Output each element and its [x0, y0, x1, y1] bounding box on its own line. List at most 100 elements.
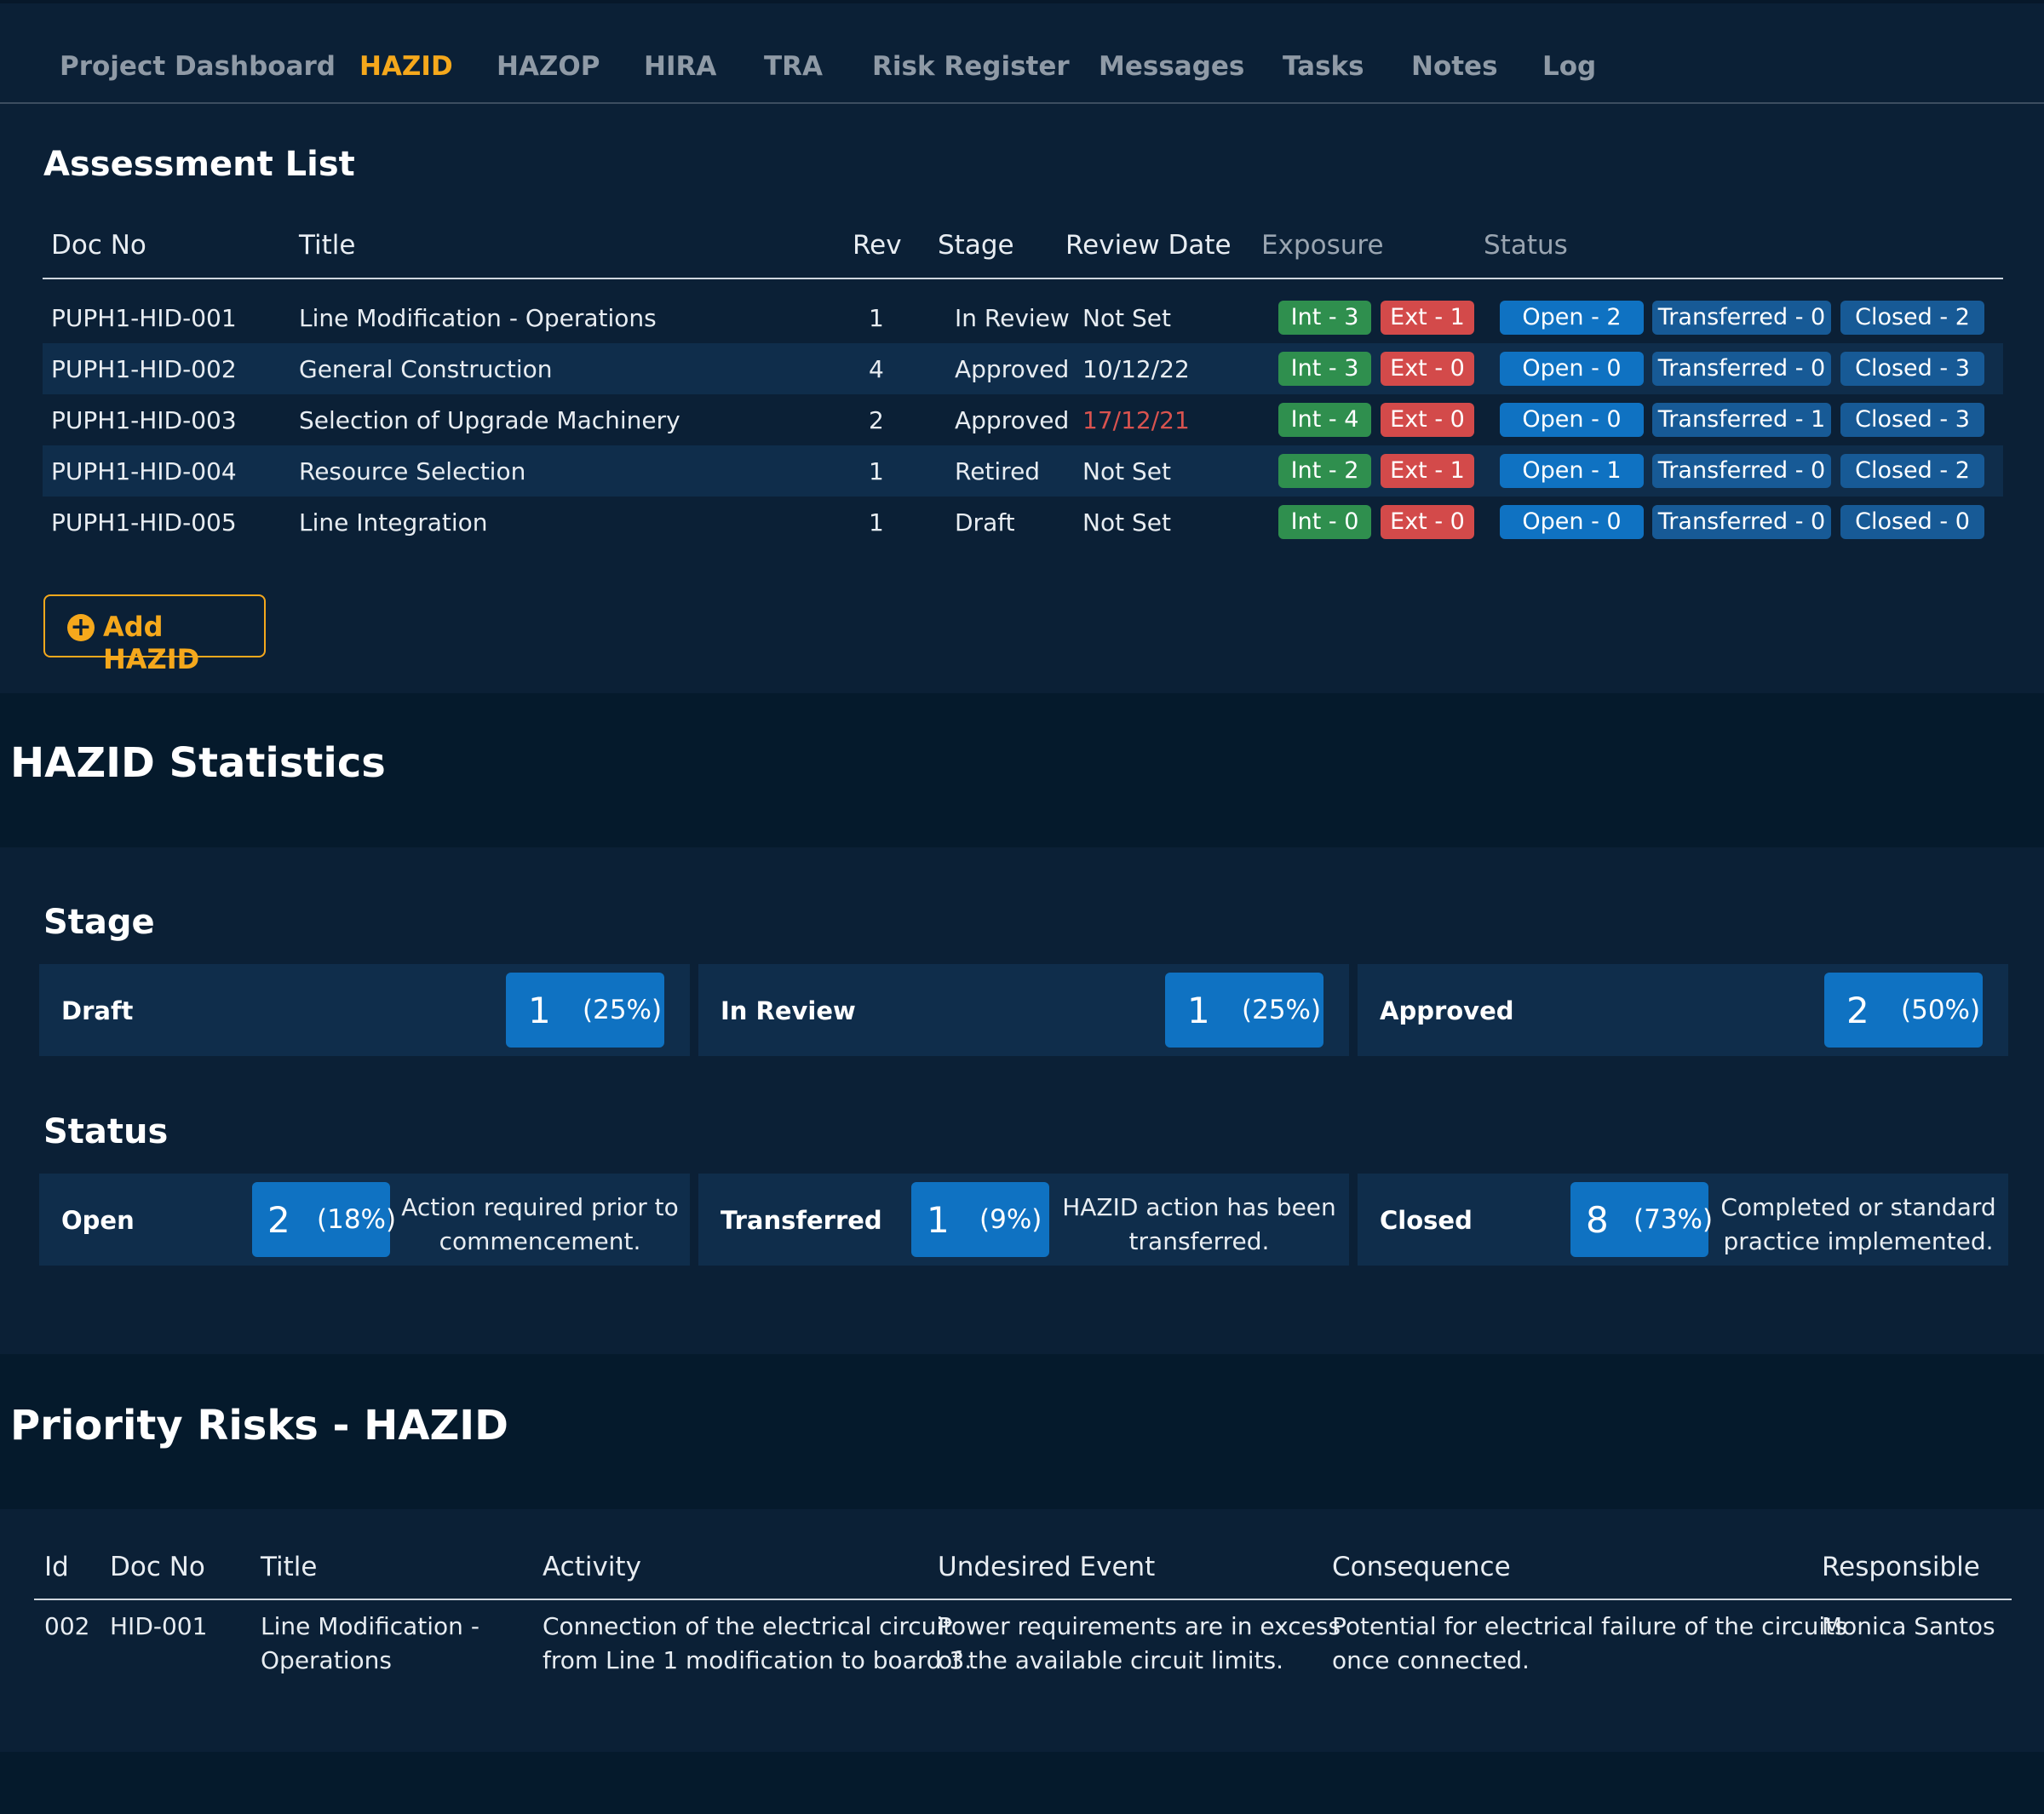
int-exposure-badge: Int - 0: [1278, 505, 1371, 539]
status-percent: (18%): [317, 1204, 397, 1235]
status-count: 8: [1586, 1199, 1609, 1241]
statistics-section: [0, 847, 2044, 1354]
transferred-status-badge: Transferred - 0: [1652, 454, 1831, 488]
table-row[interactable]: PUPH1-HID-005 Line Integration 1 Draft N…: [43, 497, 2003, 548]
tab-hazop[interactable]: HAZOP: [497, 51, 600, 82]
stage-name: In Review: [721, 996, 856, 1025]
add-hazid-label: Add HAZID: [103, 611, 200, 675]
add-hazid-button[interactable]: + Add HAZID: [43, 594, 266, 675]
ext-exposure-badge: Ext - 1: [1381, 301, 1474, 335]
doc-no-cell[interactable]: HID-001: [110, 1610, 207, 1644]
closed-status-badge: Closed - 0: [1840, 505, 1984, 539]
title-cell[interactable]: Line Modification - Operations: [261, 1610, 479, 1678]
doc-no-cell[interactable]: PUPH1-HID-004: [51, 457, 237, 485]
open-status-badge: Open - 0: [1500, 352, 1644, 386]
stage-percent: (25%): [583, 995, 663, 1025]
col-doc-no[interactable]: Doc No: [110, 1552, 205, 1582]
transferred-status-badge: Transferred - 0: [1652, 505, 1831, 539]
status-card-closed[interactable]: Closed 8 (73%) Completed or standard pra…: [1358, 1174, 2008, 1266]
tab-messages[interactable]: Messages: [1099, 51, 1244, 82]
rev-cell: 1: [869, 304, 884, 332]
stage-card-in-review[interactable]: In Review 1 (25%): [698, 964, 1349, 1056]
col-stage[interactable]: Stage: [938, 230, 1014, 261]
status-count: 1: [927, 1199, 950, 1241]
id-cell: 002: [44, 1612, 90, 1640]
tab-project-dashboard[interactable]: Project Dashboard: [60, 51, 336, 82]
status-percent: (9%): [979, 1204, 1042, 1235]
open-status-badge: Open - 2: [1500, 301, 1644, 335]
col-rev[interactable]: Rev: [853, 230, 902, 261]
stage-card-approved[interactable]: Approved 2 (50%): [1358, 964, 2008, 1056]
tab-notes[interactable]: Notes: [1411, 51, 1498, 82]
stage-count: 1: [528, 990, 551, 1031]
status-count-pill: 8 (73%): [1570, 1182, 1713, 1257]
col-title[interactable]: Title: [299, 230, 355, 261]
col-doc-no[interactable]: Doc No: [51, 230, 146, 261]
priority-heading: Priority Risks - HAZID: [10, 1402, 508, 1449]
top-nav: Project Dashboard HAZID HAZOP HIRA TRA R…: [0, 0, 2044, 104]
consequence-cell: Potential for electrical failure of the …: [1332, 1612, 1847, 1674]
statistics-heading: HAZID Statistics: [10, 739, 386, 787]
title-cell[interactable]: Line Modification - Operations: [299, 304, 657, 332]
review-date-cell: Not Set: [1082, 508, 1171, 537]
tab-tasks[interactable]: Tasks: [1283, 51, 1364, 82]
transferred-status-badge: Transferred - 0: [1652, 352, 1831, 386]
col-status: Status: [1484, 230, 1568, 261]
title-cell[interactable]: General Construction: [299, 355, 553, 383]
ext-exposure-badge: Ext - 1: [1381, 454, 1474, 488]
tab-tra[interactable]: TRA: [764, 51, 823, 82]
status-heading: Status: [43, 1112, 169, 1151]
stage-count: 1: [1187, 990, 1210, 1031]
undesired-event-cell: Power requirements are in excess of the …: [938, 1612, 1341, 1674]
stage-cell: Draft: [955, 508, 1015, 537]
review-date-overdue-cell: 17/12/21: [1082, 406, 1190, 434]
col-title[interactable]: Title: [261, 1552, 317, 1582]
doc-no-cell[interactable]: PUPH1-HID-005: [51, 508, 237, 537]
stage-percent: (25%): [1242, 995, 1322, 1025]
stage-count-pill: 1 (25%): [1165, 973, 1323, 1048]
tab-hazid[interactable]: HAZID: [359, 51, 453, 82]
status-name: Transferred: [721, 1206, 882, 1235]
stage-count-pill: 1 (25%): [506, 973, 664, 1048]
col-undesired-event[interactable]: Undesired Event: [938, 1552, 1155, 1582]
status-card-transferred[interactable]: Transferred 1 (9%) HAZID action has been…: [698, 1174, 1349, 1266]
int-exposure-badge: Int - 2: [1278, 454, 1371, 488]
table-row[interactable]: PUPH1-HID-004 Resource Selection 1 Retir…: [43, 445, 2003, 497]
status-card-open[interactable]: Open 2 (18%) Action required prior to co…: [39, 1174, 690, 1266]
closed-status-badge: Closed - 3: [1840, 403, 1984, 437]
int-exposure-badge: Int - 4: [1278, 403, 1371, 437]
col-review-date[interactable]: Review Date: [1065, 230, 1232, 261]
stage-percent: (50%): [1901, 995, 1981, 1025]
col-responsible[interactable]: Responsible: [1822, 1552, 1980, 1582]
stage-card-draft[interactable]: Draft 1 (25%): [39, 964, 690, 1056]
stage-count-pill: 2 (50%): [1824, 973, 1983, 1048]
table-row[interactable]: PUPH1-HID-002 General Construction 4 App…: [43, 343, 2003, 394]
status-name: Open: [61, 1206, 135, 1235]
open-status-badge: Open - 0: [1500, 505, 1644, 539]
statistics-banner: HAZID Statistics: [0, 693, 2044, 847]
col-activity[interactable]: Activity: [543, 1552, 641, 1582]
table-row[interactable]: PUPH1-HID-003 Selection of Upgrade Machi…: [43, 394, 2003, 445]
status-percent: (73%): [1633, 1204, 1714, 1235]
table-row[interactable]: PUPH1-HID-001 Line Modification - Operat…: [43, 292, 2003, 343]
tab-risk-register[interactable]: Risk Register: [872, 51, 1070, 82]
stage-count: 2: [1846, 990, 1869, 1031]
int-exposure-badge: Int - 3: [1278, 352, 1371, 386]
ext-exposure-badge: Ext - 0: [1381, 403, 1474, 437]
responsible-cell: Monica Santos: [1822, 1612, 1995, 1640]
title-cell[interactable]: Line Integration: [299, 508, 488, 537]
title-cell[interactable]: Resource Selection: [299, 457, 525, 485]
status-name: Closed: [1380, 1206, 1473, 1235]
doc-no-cell[interactable]: PUPH1-HID-001: [51, 304, 237, 332]
tab-log[interactable]: Log: [1542, 51, 1596, 82]
title-cell[interactable]: Selection of Upgrade Machinery: [299, 406, 680, 434]
tab-hira[interactable]: HIRA: [644, 51, 716, 82]
doc-no-cell[interactable]: PUPH1-HID-002: [51, 355, 237, 383]
col-exposure: Exposure: [1261, 230, 1384, 261]
col-id[interactable]: Id: [44, 1552, 69, 1582]
status-count: 2: [267, 1199, 290, 1241]
col-consequence[interactable]: Consequence: [1332, 1552, 1511, 1582]
doc-no-cell[interactable]: PUPH1-HID-003: [51, 406, 237, 434]
status-count-pill: 1 (9%): [911, 1182, 1049, 1257]
priority-table-header: Id Doc No Title Activity Undesired Event…: [34, 1552, 2012, 1600]
